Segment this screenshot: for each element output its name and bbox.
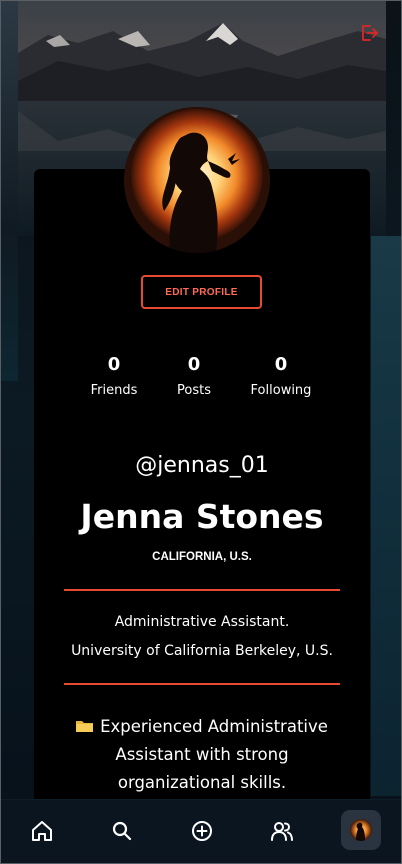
stat-posts[interactable]: 0 Posts (149, 353, 239, 403)
location: CALIFORNIA, U.S. (152, 551, 252, 563)
display-name: Jenna Stones (80, 497, 324, 536)
bio: Experienced Administrative Assistant wit… (61, 713, 343, 797)
bio-line-1: Experienced Administrative (61, 713, 343, 741)
profile-avatar-thumb (350, 819, 372, 841)
following-label: Following (250, 383, 312, 398)
edit-profile-button[interactable]: EDIT PROFILE (141, 275, 262, 309)
friends-count: 0 (107, 354, 121, 375)
following-count: 0 (274, 354, 288, 375)
stat-friends[interactable]: 0 Friends (69, 353, 159, 403)
bottom-nav (1, 799, 401, 863)
stat-following[interactable]: 0 Following (236, 353, 326, 403)
profile-screen: EDIT PROFILE 0 Friends 0 Posts 0 Followi… (0, 0, 402, 864)
divider-top (64, 589, 340, 591)
bio-line-2: Assistant with strong (115, 745, 289, 764)
home-icon[interactable] (29, 818, 55, 844)
bio-text-1: Experienced Administrative (100, 717, 328, 736)
friends-label: Friends (90, 383, 138, 398)
bio-line-3: organizational skills. (117, 773, 287, 792)
posts-label: Posts (177, 383, 211, 398)
profile-avatar[interactable] (341, 810, 381, 850)
add-icon[interactable] (189, 818, 215, 844)
search-icon[interactable] (109, 818, 135, 844)
folder-icon (76, 714, 94, 732)
friends-icon[interactable] (269, 818, 295, 844)
background-water-left (1, 1, 18, 381)
job-title: Administrative Assistant. (114, 614, 290, 630)
divider-bottom (64, 683, 340, 685)
logout-icon[interactable] (359, 23, 379, 43)
profile-avatar-large (124, 107, 270, 253)
institution: University of California Berkeley, U.S. (71, 643, 333, 659)
username-handle: @jennas_01 (135, 453, 269, 478)
posts-count: 0 (187, 354, 201, 375)
